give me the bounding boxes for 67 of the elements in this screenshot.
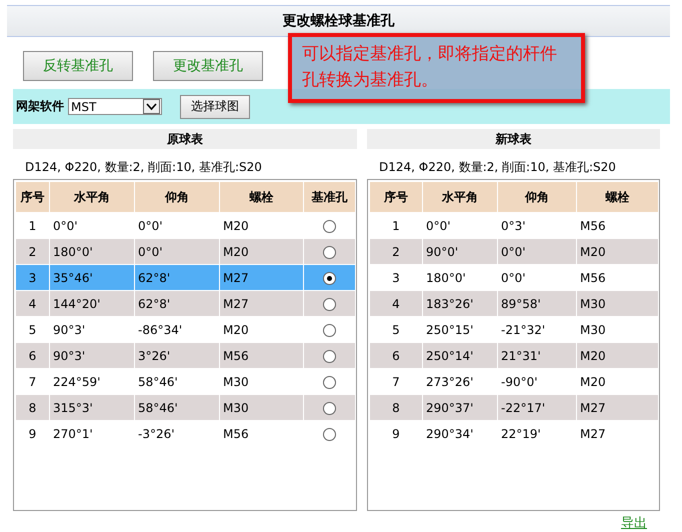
radio-button[interactable] (323, 246, 336, 259)
radio-button[interactable] (323, 272, 336, 285)
table-cell: M20 (576, 238, 658, 264)
radio-button[interactable] (323, 402, 336, 415)
radio-button[interactable] (323, 324, 336, 337)
table-cell: 8 (370, 394, 422, 420)
table-cell: 180°0' (50, 238, 134, 264)
table-cell: 4 (370, 290, 422, 316)
table-cell: -22°17' (498, 394, 576, 420)
table-cell: 144°20' (50, 290, 134, 316)
table-cell: M56 (220, 342, 304, 368)
table-cell: 2 (16, 238, 50, 264)
export-link[interactable]: 导出 (621, 514, 647, 532)
table-cell: M27 (220, 264, 304, 290)
table-cell: 290°37' (422, 394, 498, 420)
column-header: 序号 (370, 182, 422, 212)
table-cell: 58°46' (134, 394, 220, 420)
table-cell: 90°0' (422, 238, 498, 264)
window-title: 更改螺栓球基准孔 (7, 5, 670, 37)
table-cell: 62°8' (134, 264, 220, 290)
table-cell: M30 (220, 394, 304, 420)
action-button[interactable]: 反转基准孔 (23, 51, 133, 81)
table-cell: 4 (16, 290, 50, 316)
action-button[interactable]: 更改基准孔 (153, 51, 263, 81)
table-cell: 3°26' (134, 342, 220, 368)
table-cell: 250°14' (422, 342, 498, 368)
table-cell: 315°3' (50, 394, 134, 420)
radio-button[interactable] (323, 220, 336, 233)
table-cell: 89°58' (498, 290, 576, 316)
callout-note: 可以指定基准孔，即将指定的杆件孔转换为基准孔。 (288, 33, 585, 103)
table-cell: M27 (576, 394, 658, 420)
column-header: 水平角 (422, 182, 498, 212)
column-header: 仰角 (498, 182, 576, 212)
table-cell: 6 (370, 342, 422, 368)
table-cell: 90°3' (50, 342, 134, 368)
table-cell: 8 (16, 394, 50, 420)
column-header: 序号 (16, 182, 50, 212)
table-cell: M20 (576, 342, 658, 368)
software-select[interactable]: MST (68, 98, 162, 115)
ball-info: D124, Φ220, 数量:2, 削面:10, 基准孔:S20 (379, 159, 617, 176)
select-drawing-button[interactable]: 选择球图 (180, 94, 250, 118)
table-cell: M20 (220, 238, 304, 264)
table-cell: 21°31' (498, 342, 576, 368)
column-header: 螺栓 (220, 182, 304, 212)
table-cell: 62°8' (134, 290, 220, 316)
panel-heading: 原球表 (13, 129, 357, 149)
radio-button[interactable] (323, 350, 336, 363)
panel-heading: 新球表 (367, 129, 660, 149)
radio-button[interactable] (323, 428, 336, 441)
table-cell: M30 (576, 290, 658, 316)
ball-info: D124, Φ220, 数量:2, 削面:10, 基准孔:S20 (25, 159, 263, 176)
table-cell: 6 (16, 342, 50, 368)
table-cell: M27 (220, 290, 304, 316)
table-cell: 2 (370, 238, 422, 264)
caret-icon (143, 99, 160, 114)
column-header: 水平角 (50, 182, 134, 212)
table-cell: 0°0' (498, 238, 576, 264)
software-label: 网架软件 (16, 98, 64, 115)
table-cell: 183°26' (422, 290, 498, 316)
table-cell: 35°46' (50, 264, 134, 290)
table-cell: 3 (16, 264, 50, 290)
column-header: 基准孔 (304, 182, 356, 212)
column-header: 螺栓 (576, 182, 658, 212)
radio-button[interactable] (323, 376, 336, 389)
table-cell: 0°0' (134, 238, 220, 264)
radio-button[interactable] (323, 298, 336, 311)
column-header: 仰角 (134, 182, 220, 212)
